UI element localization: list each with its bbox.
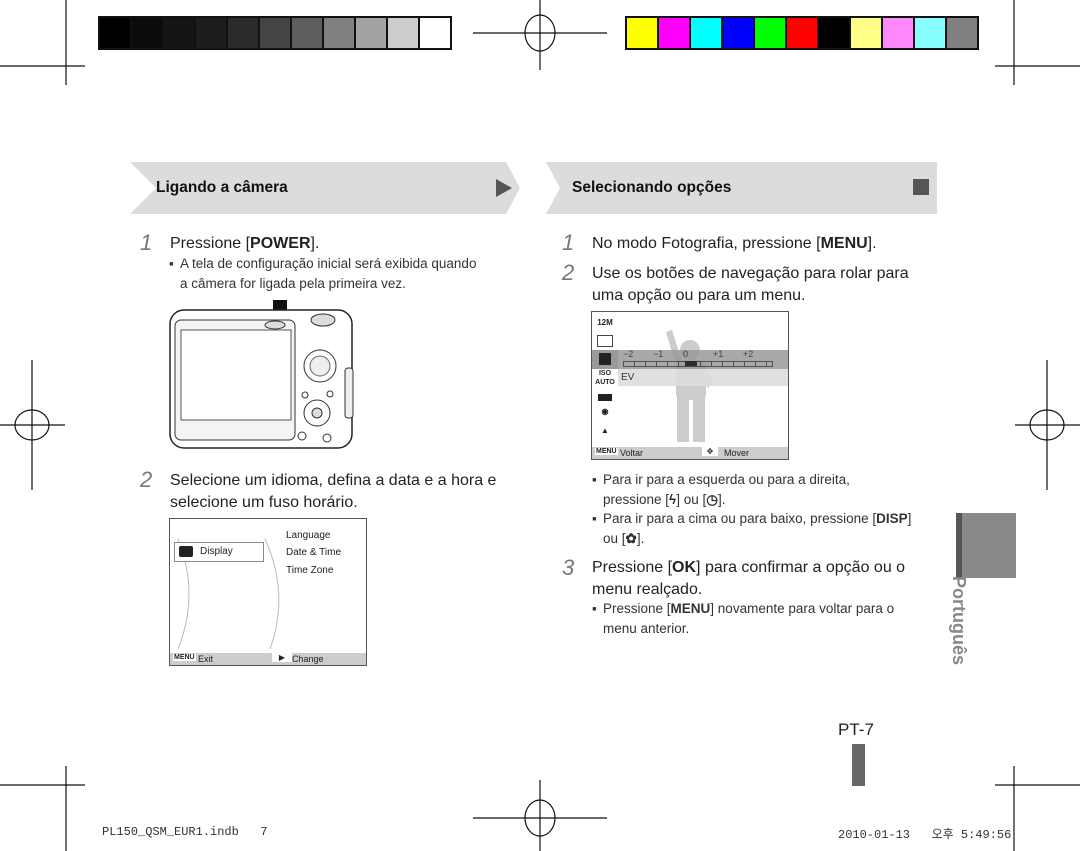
section-header-selecionando: Selecionando opções xyxy=(546,162,937,214)
footer-file: PL150_QSM_EUR1.indb 7 xyxy=(102,825,268,839)
ev-label-row: EV xyxy=(618,369,788,386)
ev-tick-label: 0 xyxy=(683,349,689,359)
grayscale-bar xyxy=(98,16,452,50)
gray-swatch xyxy=(420,18,450,48)
step-3-text: Pressione [OK] para confirmar a opção ou… xyxy=(592,559,906,598)
step-number: 2 xyxy=(562,260,575,285)
language-label: Português xyxy=(949,575,970,666)
ev-value-marker xyxy=(685,361,697,366)
menu-item-display[interactable]: Display xyxy=(174,542,264,562)
ev-tick-label: +1 xyxy=(713,349,724,359)
resolution-icon[interactable]: 12M xyxy=(592,312,618,331)
crop-marks xyxy=(0,0,1080,851)
menu-option-time-zone[interactable]: Time Zone xyxy=(286,565,333,576)
gray-swatch xyxy=(324,18,356,48)
step-1-bullet: ▪ A tela de configuração inicial será exi… xyxy=(169,256,477,291)
ev-scale-row[interactable]: −2 −1 0 +1 +2 xyxy=(618,349,788,369)
gray-swatch xyxy=(196,18,228,48)
menu-option-date-time[interactable]: Date & Time xyxy=(286,547,341,558)
gray-swatch xyxy=(132,18,164,48)
smart-off-icon[interactable]: ▲ xyxy=(592,426,618,445)
bullet-menu-back: ▪ Pressione [MENU] novamente para voltar … xyxy=(592,601,895,636)
gray-swatch xyxy=(100,18,132,48)
screen-footer: MENU Voltar ✥ Mover xyxy=(592,447,788,459)
color-bar xyxy=(625,16,979,50)
gray-swatch xyxy=(292,18,324,48)
color-swatch xyxy=(723,18,755,48)
footer-timestamp: 2010-01-13 오후 5:49:56 xyxy=(838,828,1012,842)
stop-square-icon xyxy=(913,179,929,195)
gray-swatch xyxy=(228,18,260,48)
color-swatch xyxy=(851,18,883,48)
ev-tick-label: −2 xyxy=(623,349,634,359)
menu-option-language[interactable]: Language xyxy=(286,530,331,541)
arc-decoration xyxy=(177,538,280,650)
face-detection-icon[interactable]: ◉ xyxy=(592,407,618,426)
iso-icon[interactable]: ISO AUTO xyxy=(592,369,618,388)
gray-swatch xyxy=(260,18,292,48)
self-timer-icon: ◷ xyxy=(706,492,719,507)
step-number: 1 xyxy=(140,230,153,255)
ev-tick-label: −1 xyxy=(653,349,664,359)
menu-key-icon: MENU xyxy=(173,654,196,661)
color-swatch xyxy=(627,18,659,48)
ev-icon[interactable] xyxy=(592,350,618,369)
display-icon xyxy=(179,546,193,557)
gray-swatch xyxy=(356,18,388,48)
section-title: Selecionando opções xyxy=(572,179,732,196)
ev-tick-label: +2 xyxy=(743,349,754,359)
page-marker-bar xyxy=(852,744,865,786)
step-1-text: Pressione [POWER]. xyxy=(170,235,320,252)
color-swatch xyxy=(883,18,915,48)
step-number: 1 xyxy=(562,230,575,255)
camera-illustration xyxy=(169,300,354,449)
step-number: 2 xyxy=(140,467,153,492)
bullet-up-down: ▪ Para ir para a cima ou para baixo, pres… xyxy=(592,511,912,546)
screen-footer: MENU Exit ▶ Change xyxy=(170,653,366,665)
section-header-ligando: Ligando a câmera xyxy=(130,162,520,214)
gray-swatch xyxy=(164,18,196,48)
color-swatch xyxy=(691,18,723,48)
navigation-pad-icon: ✥ xyxy=(702,447,718,456)
bullet-left-right: ▪ Para ir para a esquerda ou para a direi… xyxy=(592,472,850,507)
color-swatch xyxy=(819,18,851,48)
page-number: PT-7 xyxy=(838,720,874,739)
color-swatch xyxy=(787,18,819,48)
language-tab xyxy=(956,513,1016,578)
menu-screen: 12M ISO AUTO ◉ ▲ −2 −1 0 +1 +2 EV MENU Voltar… xyxy=(591,311,789,460)
white-balance-icon[interactable] xyxy=(592,388,618,407)
setup-screen: Display Language Date & Time Time Zone M… xyxy=(169,518,367,666)
menu-key-icon: MENU xyxy=(595,448,618,455)
step-number: 3 xyxy=(562,555,575,580)
step-2-text: Use os botões de navegação para rolar pa… xyxy=(592,265,909,304)
macro-icon: ✿ xyxy=(625,531,637,546)
play-triangle-icon xyxy=(496,179,512,197)
section-title: Ligando a câmera xyxy=(156,179,288,196)
color-swatch xyxy=(659,18,691,48)
step-2-text: Selecione um idioma, defina a data e a h… xyxy=(170,472,497,511)
color-swatch xyxy=(947,18,977,48)
quality-icon[interactable] xyxy=(592,331,618,350)
right-arrow-icon: ▶ xyxy=(272,653,292,662)
color-swatch xyxy=(755,18,787,48)
gray-swatch xyxy=(388,18,420,48)
icon-column: 12M ISO AUTO ◉ ▲ xyxy=(592,312,618,447)
color-swatch xyxy=(915,18,947,48)
step-1-text: No modo Fotografia, pressione [MENU]. xyxy=(592,235,877,252)
